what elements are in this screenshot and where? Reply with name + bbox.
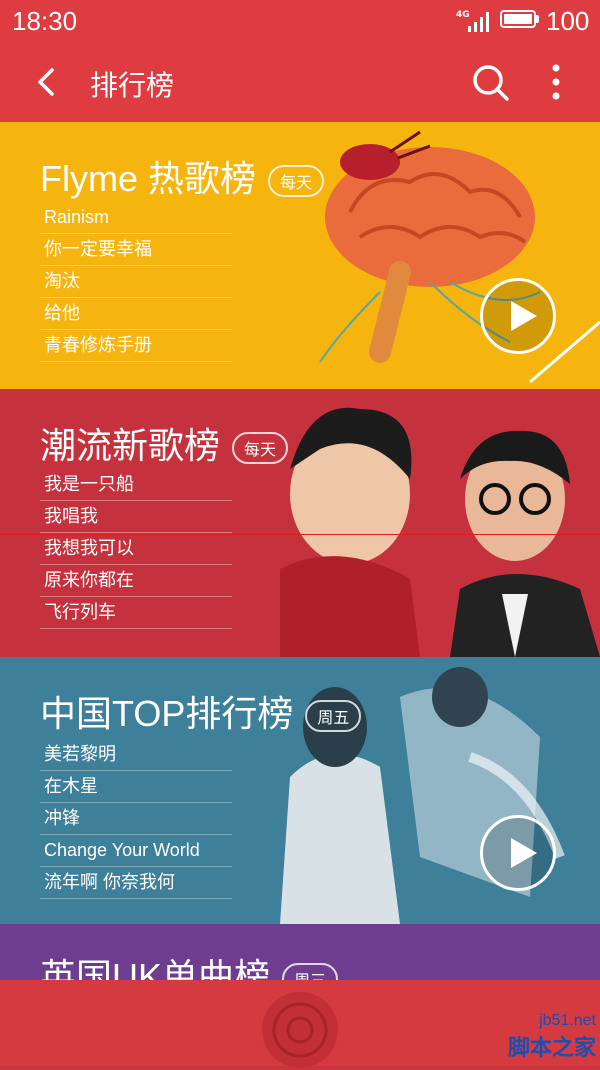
search-icon[interactable] bbox=[470, 62, 510, 102]
update-badge: 每天 bbox=[268, 165, 325, 198]
app-bar: 排行榜 bbox=[0, 44, 600, 122]
signal-icon bbox=[468, 12, 489, 32]
chart-title-text: 中国TOP排行榜 bbox=[40, 693, 294, 734]
play-button[interactable] bbox=[480, 815, 556, 891]
chart-card-china-top[interactable]: 中国TOP排行榜 周五 美若黎明 在木星 冲锋 Change Your World… bbox=[0, 657, 600, 924]
song-item[interactable]: 我唱我 bbox=[40, 501, 232, 533]
song-item[interactable]: Change Your World bbox=[40, 835, 232, 867]
divider-line bbox=[0, 534, 600, 535]
brain-artwork bbox=[319, 130, 600, 384]
status-time: 18:30 bbox=[12, 6, 78, 36]
chart-card-trend[interactable]: 潮流新歌榜 每天 我是一只船 我唱我 我想我可以 原来你都在 飞行列车 bbox=[0, 389, 600, 657]
song-item[interactable]: 冲锋 bbox=[40, 803, 232, 835]
artist-photo bbox=[280, 389, 600, 657]
status-bar: 18:30 4G 100 bbox=[0, 0, 600, 44]
song-item[interactable]: 我想我可以 bbox=[40, 533, 232, 565]
update-badge: 每天 bbox=[232, 432, 289, 465]
chart-title: 潮流新歌榜 每天 bbox=[40, 417, 289, 469]
chart-title-text: Flyme 热歌榜 bbox=[40, 158, 257, 199]
chart-card-flyme[interactable]: Flyme 热歌榜 每天 Rainism 你一定要幸福 淘汰 给他 青春修炼手册 bbox=[0, 122, 600, 389]
song-item[interactable]: 在木星 bbox=[40, 771, 232, 803]
battery-cap bbox=[536, 15, 539, 23]
song-item[interactable]: 美若黎明 bbox=[40, 739, 232, 771]
back-arrow-icon[interactable] bbox=[30, 64, 66, 100]
more-options-icon[interactable] bbox=[546, 62, 566, 102]
song-item[interactable]: 流年啊 你奈我何 bbox=[40, 867, 232, 899]
song-item[interactable]: 青春修炼手册 bbox=[40, 330, 232, 362]
song-item[interactable]: 你一定要幸福 bbox=[40, 234, 232, 266]
song-item[interactable]: 我是一只船 bbox=[40, 469, 232, 501]
chart-card-uk[interactable]: 英国UK单曲榜 周三 bbox=[0, 924, 600, 984]
song-item[interactable]: 飞行列车 bbox=[40, 597, 232, 629]
disc-icon bbox=[262, 992, 338, 1068]
page-title: 排行榜 bbox=[90, 69, 175, 102]
song-item[interactable]: 淘汰 bbox=[40, 266, 232, 298]
song-item[interactable]: Rainism bbox=[40, 202, 232, 234]
song-list: 美若黎明 在木星 冲锋 Change Your World 流年啊 你奈我何 bbox=[40, 739, 232, 899]
play-button[interactable] bbox=[480, 278, 556, 354]
song-item[interactable]: 给他 bbox=[40, 298, 232, 330]
watermark: jb51.net 脚本之家 bbox=[508, 1012, 596, 1062]
watermark-url: jb51.net bbox=[539, 1012, 596, 1029]
chart-title-text: 潮流新歌榜 bbox=[40, 425, 221, 466]
chart-title: 英国UK单曲榜 周三 bbox=[40, 948, 339, 984]
chart-title: 中国TOP排行榜 周五 bbox=[40, 685, 362, 737]
song-list: 我是一只船 我唱我 我想我可以 原来你都在 飞行列车 bbox=[40, 469, 232, 629]
update-badge: 周五 bbox=[305, 700, 362, 733]
song-list: Rainism 你一定要幸福 淘汰 给他 青春修炼手册 bbox=[40, 202, 232, 362]
song-item[interactable]: 原来你都在 bbox=[40, 565, 232, 597]
battery-icon bbox=[500, 10, 536, 28]
battery-level: 100 bbox=[546, 6, 590, 36]
watermark-name: 脚本之家 bbox=[507, 1035, 596, 1060]
chart-title: Flyme 热歌榜 每天 bbox=[40, 150, 325, 202]
